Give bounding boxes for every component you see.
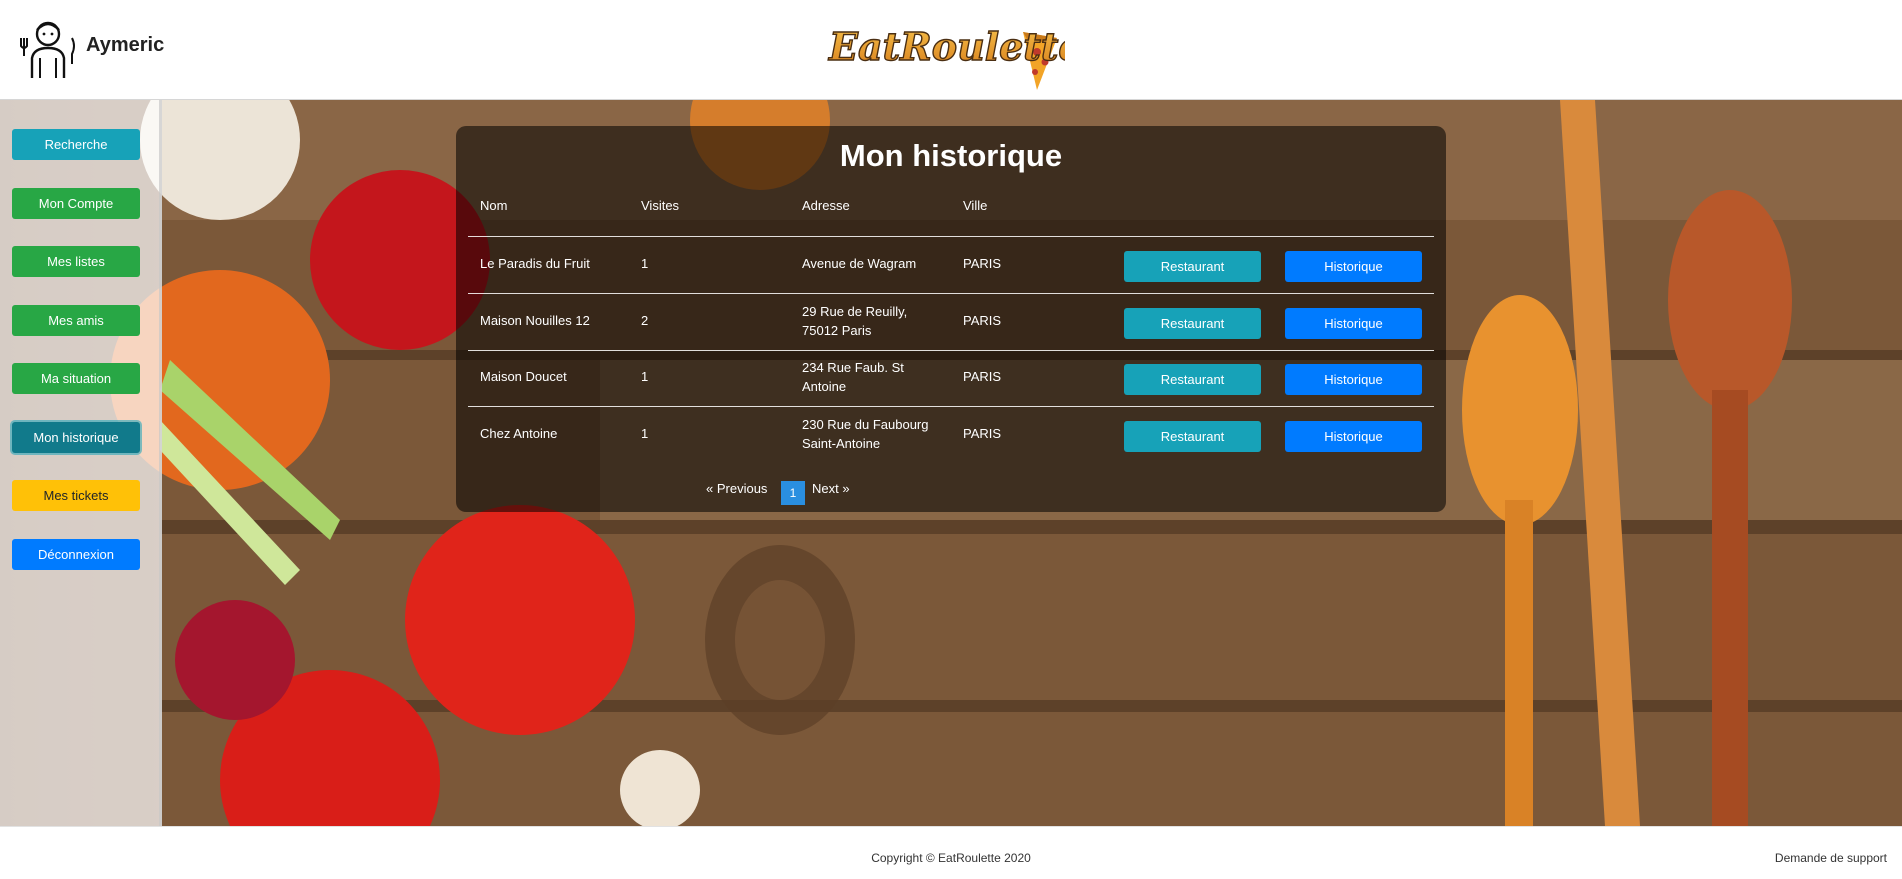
address-line1: 234 Rue Faub. St — [802, 360, 904, 375]
row-divider — [468, 293, 1434, 294]
footer: Copyright © EatRoulette 2020 Demande de … — [0, 826, 1902, 879]
sidebar-item-mes-amis[interactable]: Mes amis — [12, 305, 140, 336]
visit-count: 1 — [641, 256, 649, 271]
restaurant-name: Chez Antoine — [480, 426, 558, 441]
visit-count: 1 — [641, 369, 649, 384]
sidebar-item-mon-historique[interactable]: Mon historique — [12, 422, 140, 453]
column-header-ville: Ville — [963, 198, 988, 213]
address-line1: 29 Rue de Reuilly, — [802, 304, 908, 319]
historique-button[interactable]: Historique — [1285, 364, 1422, 395]
sidebar-item-ma-situation[interactable]: Ma situation — [12, 363, 140, 394]
sidebar-item-recherche[interactable]: Recherche — [12, 129, 140, 160]
restaurant-name: Maison Nouilles 12 — [480, 313, 590, 328]
user-profile[interactable]: Aymeric — [18, 16, 164, 80]
address-line2: 75012 Paris — [802, 323, 872, 338]
historique-button[interactable]: Historique — [1285, 421, 1422, 452]
restaurant-name: Maison Doucet — [480, 369, 567, 384]
address-line2: Saint-Antoine — [802, 436, 881, 451]
historique-button[interactable]: Historique — [1285, 251, 1422, 282]
address-line2: Antoine — [802, 379, 847, 394]
visit-count: 2 — [641, 313, 649, 328]
eatroulette-logo[interactable]: EatRoulette — [825, 12, 1065, 92]
row-divider — [468, 406, 1434, 407]
username: Aymeric — [86, 33, 165, 56]
pagination-next[interactable]: Next » — [812, 481, 850, 496]
sidebar-item-mes-listes[interactable]: Mes listes — [12, 246, 140, 277]
column-header-adresse: Adresse — [802, 198, 850, 213]
column-header-visites: Visites — [641, 198, 680, 213]
sidebar-nav: Recherche Mon Compte Mes listes Mes amis… — [0, 100, 162, 826]
restaurant-button[interactable]: Restaurant — [1124, 364, 1261, 395]
support-link[interactable]: Demande de support — [1775, 851, 1887, 865]
pagination-previous[interactable]: « Previous — [706, 481, 767, 496]
address-line1: 230 Rue du Faubourg — [802, 417, 929, 432]
restaurant-name: Le Paradis du Fruit — [480, 256, 590, 271]
restaurant-button[interactable]: Restaurant — [1124, 308, 1261, 339]
pagination-page-1[interactable]: 1 — [781, 481, 805, 505]
restaurant-button[interactable]: Restaurant — [1124, 251, 1261, 282]
sidebar-item-mon-compte[interactable]: Mon Compte — [12, 188, 140, 219]
chef-avatar-icon — [20, 21, 75, 78]
city: PARIS — [963, 426, 1002, 441]
page-title: Mon historique — [839, 138, 1063, 173]
address-line1: Avenue de Wagram — [802, 256, 917, 271]
copyright-text: Copyright © EatRoulette 2020 — [871, 851, 1031, 865]
visit-count: 1 — [641, 426, 649, 441]
city: PARIS — [963, 369, 1002, 384]
table-divider — [468, 236, 1434, 237]
historique-button[interactable]: Historique — [1285, 308, 1422, 339]
row-divider — [468, 350, 1434, 351]
svg-text:EatRoulette: EatRoulette — [828, 24, 1065, 69]
city: PARIS — [963, 313, 1002, 328]
city: PARIS — [963, 256, 1002, 271]
restaurant-button[interactable]: Restaurant — [1124, 421, 1261, 452]
column-header-nom: Nom — [480, 198, 508, 213]
sidebar-item-mes-tickets[interactable]: Mes tickets — [12, 480, 140, 511]
history-panel: Mon historique Nom Visites Adresse Ville… — [456, 126, 1446, 512]
sidebar-item-deconnexion[interactable]: Déconnexion — [12, 539, 140, 570]
top-header: Aymeric EatRoulette — [0, 0, 1902, 100]
